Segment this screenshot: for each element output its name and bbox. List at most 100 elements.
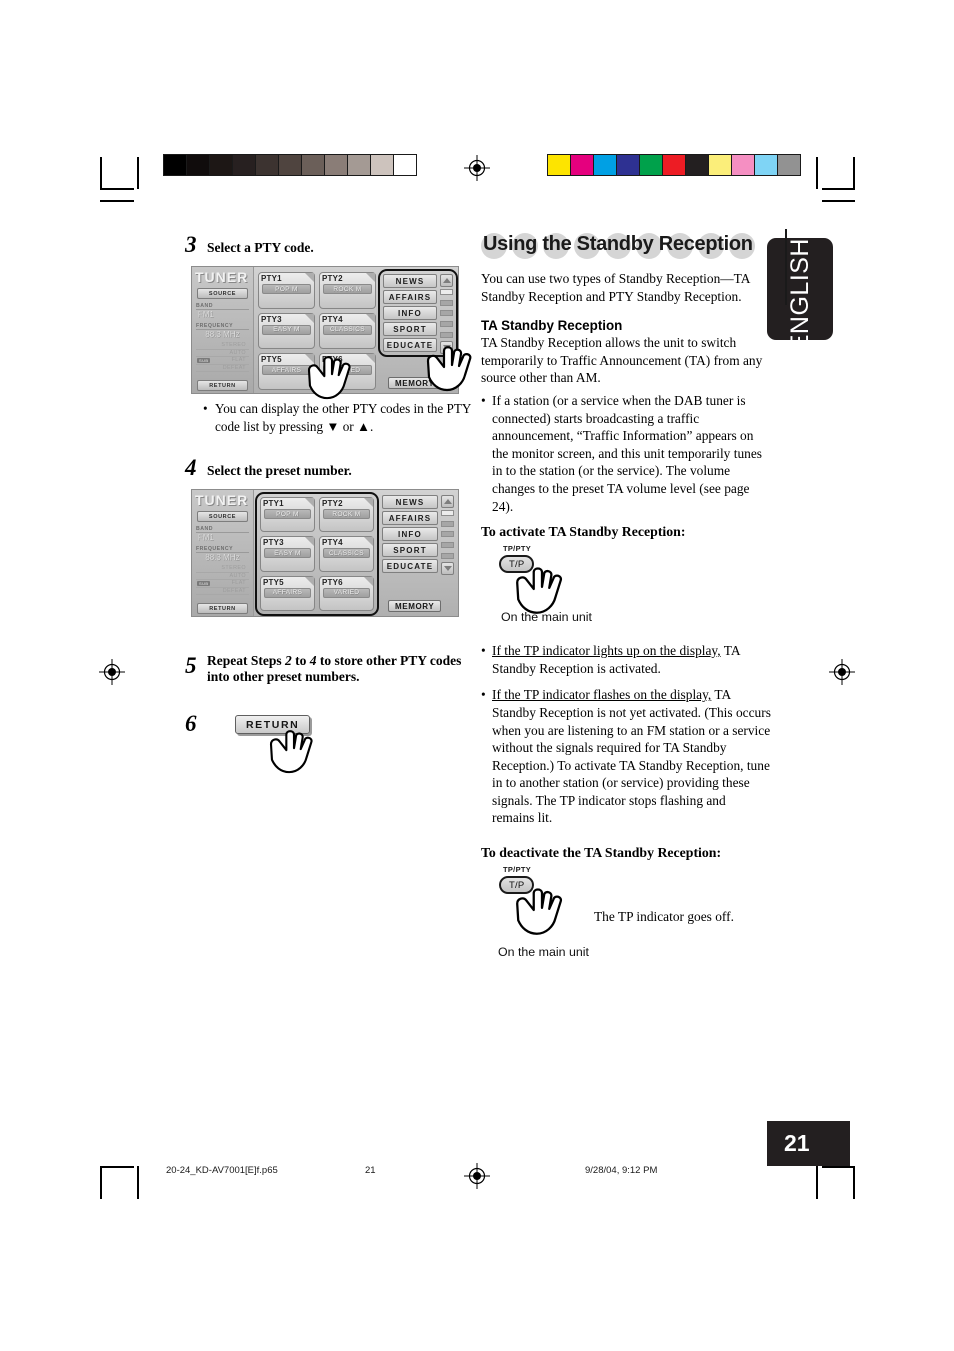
tuner-logo: TUNER xyxy=(195,269,249,285)
footer-filename: 20-24_KD-AV7001[E]f.p65 xyxy=(166,1165,278,1176)
pty-preset-code: EASY M xyxy=(264,548,311,559)
deactivate-tp-button-illustration: TP/PTY T/P The TP indicator goes off. On… xyxy=(481,865,771,965)
tuner-screen-step4[interactable]: TUNER SOURCE BAND FM1 FREQUENCY 88.3 MHz… xyxy=(191,489,459,617)
bullet-dot: • xyxy=(203,401,208,416)
activate-tp-button-illustration: TP/PTY T/P On the main unit xyxy=(481,544,771,628)
crop-mark xyxy=(816,1166,818,1199)
crop-mark xyxy=(822,200,855,202)
heading-vertical-rule xyxy=(785,229,787,305)
tp-flashes-bullet: If the TP indicator flashes on the displ… xyxy=(492,686,771,827)
pty-preset-button[interactable]: PTY4 CLASSICS xyxy=(319,312,376,350)
scroll-up-button[interactable] xyxy=(441,495,454,508)
pty-code-item[interactable]: AFFAIRS xyxy=(383,290,437,304)
pointing-hand-icon xyxy=(265,729,323,775)
right-column: Using the Standby Reception You can use … xyxy=(481,229,787,971)
return-button[interactable]: RETURN xyxy=(197,603,248,614)
bullet-dot: • xyxy=(481,687,486,703)
pty-preset-button[interactable]: PTY2 ROCK M xyxy=(319,497,374,533)
memory-button[interactable]: MEMORY xyxy=(388,600,442,612)
corner-fold-icon xyxy=(364,537,373,547)
scroll-tick xyxy=(441,510,454,516)
footer-page-number: 21 xyxy=(365,1165,376,1176)
pty-preset-button[interactable]: PTY1 POP M xyxy=(260,497,315,533)
color-swatch xyxy=(732,155,755,175)
status-label: AUTO xyxy=(229,572,246,579)
status-label: STEREO xyxy=(221,565,246,571)
tp-lights-up-underlined: If the TP indicator lights up on the dis… xyxy=(492,643,721,659)
activate-ta-heading: To activate TA Standby Reception: xyxy=(481,524,686,540)
source-button[interactable]: SOURCE xyxy=(197,288,248,299)
corner-fold-icon xyxy=(366,273,375,282)
grayscale-swatch xyxy=(348,155,371,175)
color-swatch xyxy=(640,155,663,175)
status-row: AUTO xyxy=(196,350,249,357)
registration-mark xyxy=(464,1163,490,1189)
pty-list-scrollbar[interactable] xyxy=(440,274,453,354)
corner-fold-icon xyxy=(364,498,373,507)
color-swatch xyxy=(686,155,709,175)
scroll-track[interactable] xyxy=(441,508,454,562)
pty-code-list[interactable]: NEWS AFFAIRS INFO SPORT EDUCATE xyxy=(378,269,458,357)
color-swatch xyxy=(709,155,732,175)
crop-mark xyxy=(853,1166,855,1199)
frequency-label: FREQUENCY xyxy=(196,323,249,330)
crop-mark xyxy=(137,157,139,189)
registration-mark xyxy=(464,155,490,181)
tuner-left-pane: TUNER SOURCE BAND FM1 FREQUENCY 88.3 MHz… xyxy=(192,267,254,393)
pty-code-item[interactable]: NEWS xyxy=(382,495,438,509)
status-label: FLAT xyxy=(231,580,246,586)
pty-code-item[interactable]: INFO xyxy=(382,527,438,541)
pty-list-scrollbar[interactable] xyxy=(441,495,454,575)
grayscale-swatch xyxy=(233,155,256,175)
deactivate-ta-heading: To deactivate the TA Standby Reception: xyxy=(481,845,722,861)
pty-preset-button[interactable]: PTY3 EASY M xyxy=(260,536,315,572)
corner-fold-icon xyxy=(364,576,373,586)
pty-preset-code: ROCK M xyxy=(323,284,372,294)
step-5-ref-a: 2 xyxy=(285,653,292,668)
tp-flashes-underlined: If the TP indicator flashes on the displ… xyxy=(492,687,712,703)
band-label: BAND xyxy=(196,303,249,310)
source-button[interactable]: SOURCE xyxy=(197,511,248,522)
tp-lights-up-bullet: If the TP indicator lights up on the dis… xyxy=(492,642,771,677)
registration-mark xyxy=(99,659,125,685)
status-row: SUB FLAT xyxy=(196,580,249,588)
tuner-status-rows: STEREO AUTO SUB FLAT DEFEAT xyxy=(196,565,249,595)
status-label: DEFEAT xyxy=(222,587,246,594)
status-chip: SUB xyxy=(197,580,211,586)
return-button[interactable]: RETURN xyxy=(197,380,248,391)
registration-mark xyxy=(829,659,855,685)
pty-preset-button[interactable]: PTY2 ROCK M xyxy=(319,272,376,309)
footer-timestamp: 9/28/04, 9:12 PM xyxy=(585,1165,658,1176)
ta-standby-intro: TA Standby Reception allows the unit to … xyxy=(481,335,763,386)
pty-preset-button[interactable]: PTY6VARIED xyxy=(319,575,374,611)
pty-code-item[interactable]: AFFAIRS xyxy=(382,511,438,525)
triangle-up-icon xyxy=(442,278,451,283)
pty-code-item[interactable]: EDUCATE xyxy=(382,559,438,573)
pty-code-item[interactable]: NEWS xyxy=(383,274,437,288)
tuner-logo: TUNER xyxy=(195,492,249,508)
step-6-number: 6 xyxy=(185,711,197,736)
pty-code-list[interactable]: NEWS AFFAIRS INFO SPORT EDUCATE xyxy=(382,495,454,575)
triangle-up-icon xyxy=(443,499,452,504)
scroll-track[interactable] xyxy=(440,287,453,341)
pty-code-list-row: NEWS AFFAIRS INFO SPORT EDUCATE xyxy=(383,274,453,354)
pty-preset-button[interactable]: PTY1 POP M xyxy=(258,272,315,309)
status-label: DEFEAT xyxy=(222,364,246,371)
crop-mark xyxy=(816,157,818,189)
pointing-hand-icon xyxy=(511,887,573,937)
scroll-down-button[interactable] xyxy=(441,562,454,575)
pty-code-item[interactable]: INFO xyxy=(383,306,437,320)
scroll-tick xyxy=(440,289,453,295)
pty-code-item[interactable]: SPORT xyxy=(383,322,437,336)
status-row: DEFEAT xyxy=(196,364,249,372)
pty-preset-button[interactable]: PTY3 EASY M xyxy=(258,312,315,350)
scroll-up-button[interactable] xyxy=(440,274,453,287)
pointing-hand-icon xyxy=(422,345,482,393)
step-4-header: 4 Select the preset number. xyxy=(185,455,475,481)
pty-code-item[interactable]: SPORT xyxy=(382,543,438,557)
pty-preset-grid[interactable]: PTY1 POP M PTY2 ROCK M PTY3 EASY M PTY4 CLAS… xyxy=(255,492,379,616)
pty-preset-button[interactable]: PTY4 CLASSICS xyxy=(319,536,374,572)
triangle-down-icon xyxy=(443,566,452,571)
step-4-title: Select the preset number. xyxy=(207,463,352,478)
pty-preset-button[interactable]: PTY5 AFFAIRS xyxy=(260,575,315,611)
